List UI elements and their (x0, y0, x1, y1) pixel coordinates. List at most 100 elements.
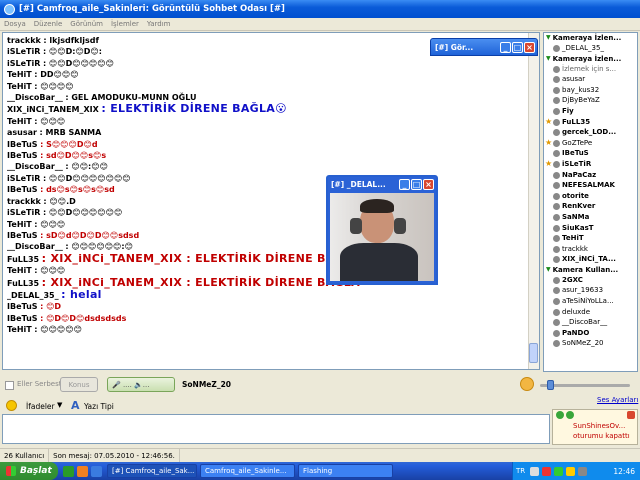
menu-dosya[interactable]: Dosya (0, 20, 30, 28)
language-indicator[interactable]: TR (516, 467, 525, 475)
menu-gorunum[interactable]: Görünüm (66, 20, 107, 28)
minimize-button[interactable]: _ (399, 178, 410, 190)
message-nick[interactable]: IBeTuS (7, 314, 38, 323)
user-list-item[interactable]: 2GXC (544, 275, 637, 286)
message-nick[interactable]: __DiscoBar__ (7, 242, 63, 251)
user-list-item[interactable]: SoNMeZ_20 (544, 338, 637, 349)
user-list-item[interactable]: deluxde (544, 307, 637, 318)
message-nick[interactable]: __DiscoBar__ (7, 162, 63, 171)
close-button[interactable]: × (423, 178, 434, 190)
user-list-item[interactable]: ★ GoZTePe (544, 138, 637, 149)
firefox-icon[interactable] (77, 465, 88, 477)
user-list-item[interactable]: RenKver (544, 201, 637, 212)
expand-icon[interactable]: ▼ (546, 54, 551, 64)
user-list-item[interactable]: PaNDO (544, 328, 637, 339)
user-list-item[interactable]: ★ FuLL35 (544, 117, 637, 128)
group-header-3[interactable]: ▼ Kamera Kullan... (544, 265, 637, 275)
message-input[interactable] (2, 414, 550, 444)
tray-icon[interactable] (566, 466, 576, 476)
chat-scrollbar[interactable] (528, 33, 539, 369)
message-nick[interactable]: TeHiT (7, 325, 32, 334)
message-nick[interactable]: IBeTuS (7, 231, 38, 240)
user-list-item[interactable]: _DELAL_35_ (544, 43, 637, 54)
message-nick[interactable]: _DELAL_35_ (7, 291, 59, 300)
user-list-item[interactable]: ★ iSLeTiR (544, 159, 637, 170)
start-button[interactable]: Başlat (0, 462, 58, 480)
user-list-item[interactable]: otorite (544, 191, 637, 202)
task-button-3[interactable]: Flashing (298, 464, 393, 478)
message-nick[interactable]: iSLeTiR (7, 174, 40, 183)
menu-duzenle[interactable]: Düzenle (30, 20, 67, 28)
maximize-button[interactable]: □ (411, 178, 422, 190)
ie-icon[interactable] (91, 465, 102, 477)
user-list-item[interactable]: NaPaCaz (544, 170, 637, 181)
message-nick[interactable]: iSLeTiR (7, 59, 40, 68)
user-list-item[interactable]: NEFESALMAK (544, 180, 637, 191)
message-nick[interactable]: iSLeTiR (7, 47, 40, 56)
user-list-item[interactable]: IBeTuS (544, 148, 637, 159)
message-nick[interactable]: IBeTuS (7, 302, 38, 311)
user-list-item[interactable]: SaNMa (544, 212, 637, 223)
message-nick[interactable]: IBeTuS (7, 185, 38, 194)
chevron-down-icon[interactable]: ▼ (57, 401, 62, 409)
user-list-item[interactable]: XIX_iNCi_TA... (544, 254, 637, 265)
message-nick[interactable]: __DiscoBar__ (7, 93, 63, 102)
chat-log[interactable]: trackkk : lkjsdfkljsdf iSLeTiR : 😊😊D:😊D😊:… (2, 32, 540, 370)
konus-button[interactable]: Konus (60, 377, 98, 392)
ses-ayarlari-link[interactable]: Ses Ayarları (597, 396, 638, 404)
webcam-window-small[interactable]: [#] Gör... _ □ × (430, 38, 538, 56)
minimize-button[interactable]: _ (500, 41, 511, 53)
message-nick[interactable]: FuLL35 (7, 279, 39, 288)
user-list-item[interactable]: Fiy (544, 106, 637, 117)
tray-icon[interactable] (554, 466, 564, 476)
webcam-window-large[interactable]: [#] _DELAL... _ □ × (326, 175, 438, 285)
menu-islemler[interactable]: İşlemler (107, 20, 143, 28)
font-icon[interactable]: A (71, 399, 80, 412)
group-header-2[interactable]: ▼ Kameraya İzlen... (544, 54, 637, 64)
message-nick[interactable]: TeHiT (7, 117, 32, 126)
user-list-item[interactable]: gercek_LOD... (544, 127, 637, 138)
task-button-2[interactable]: Camfroq_aile_Sakinle... (200, 464, 295, 478)
scrollbar-thumb[interactable] (529, 343, 538, 363)
message-nick[interactable]: TeHiT (7, 266, 32, 275)
message-nick[interactable]: asusar (7, 128, 37, 137)
smile-icon[interactable] (6, 400, 17, 411)
close-icon[interactable] (627, 411, 635, 419)
user-list-item[interactable]: asur_19633 (544, 285, 637, 296)
task-button-1[interactable]: [#] Camfroq_aile_Sak... (107, 464, 197, 478)
expand-icon[interactable]: ▼ (546, 33, 551, 43)
message-nick[interactable]: iSLeTiR (7, 208, 40, 217)
message-nick[interactable]: trackkk (7, 36, 41, 45)
message-nick[interactable]: IBeTuS (7, 140, 38, 149)
menu-yardim[interactable]: Yardım (143, 20, 175, 28)
tray-icon[interactable] (530, 466, 540, 476)
user-list-item[interactable]: aTeSiNiYoLLa... (544, 296, 637, 307)
message-nick[interactable]: TeHiT (7, 220, 32, 229)
message-nick[interactable]: trackkk (7, 197, 41, 206)
yazi-tipi-button[interactable]: Yazı Tipi (84, 402, 114, 411)
ifadeler-button[interactable]: İfadeler (26, 402, 55, 411)
speaker-icon[interactable] (578, 466, 588, 476)
user-list-item[interactable]: asusar (544, 74, 637, 85)
volume-icon[interactable] (520, 377, 534, 391)
maximize-button[interactable]: □ (512, 41, 523, 53)
user-list-item[interactable]: DjByBeYaZ (544, 95, 637, 106)
message-nick[interactable]: IBeTuS (7, 151, 38, 160)
close-button[interactable]: × (524, 41, 535, 53)
message-nick[interactable]: TeHiT (7, 82, 32, 91)
user-list-item[interactable]: TeHiT (544, 233, 637, 244)
mic-speaker-button[interactable]: 🎤 .... 🔈... (107, 377, 175, 392)
volume-knob[interactable] (547, 380, 554, 390)
notification-toast[interactable]: SunShinesOv... oturumu kapattı (552, 409, 638, 445)
user-list-item[interactable]: İzlemek için s... (544, 64, 637, 75)
eller-serbest-checkbox[interactable] (5, 381, 14, 390)
tray-icon[interactable] (542, 466, 552, 476)
message-nick[interactable]: TeHiT (7, 70, 32, 79)
desktop-icon[interactable] (63, 465, 74, 477)
message-nick[interactable]: FuLL35 (7, 255, 39, 264)
user-list-item[interactable]: trackkk (544, 244, 637, 255)
message-nick[interactable]: XIX_iNCi_TANEM_XIX (7, 105, 99, 114)
user-list-item[interactable]: SiuKasT (544, 223, 637, 234)
group-header-1[interactable]: ▼ Kameraya İzlen... (544, 33, 637, 43)
user-list-item[interactable]: __DiscoBar__ (544, 317, 637, 328)
